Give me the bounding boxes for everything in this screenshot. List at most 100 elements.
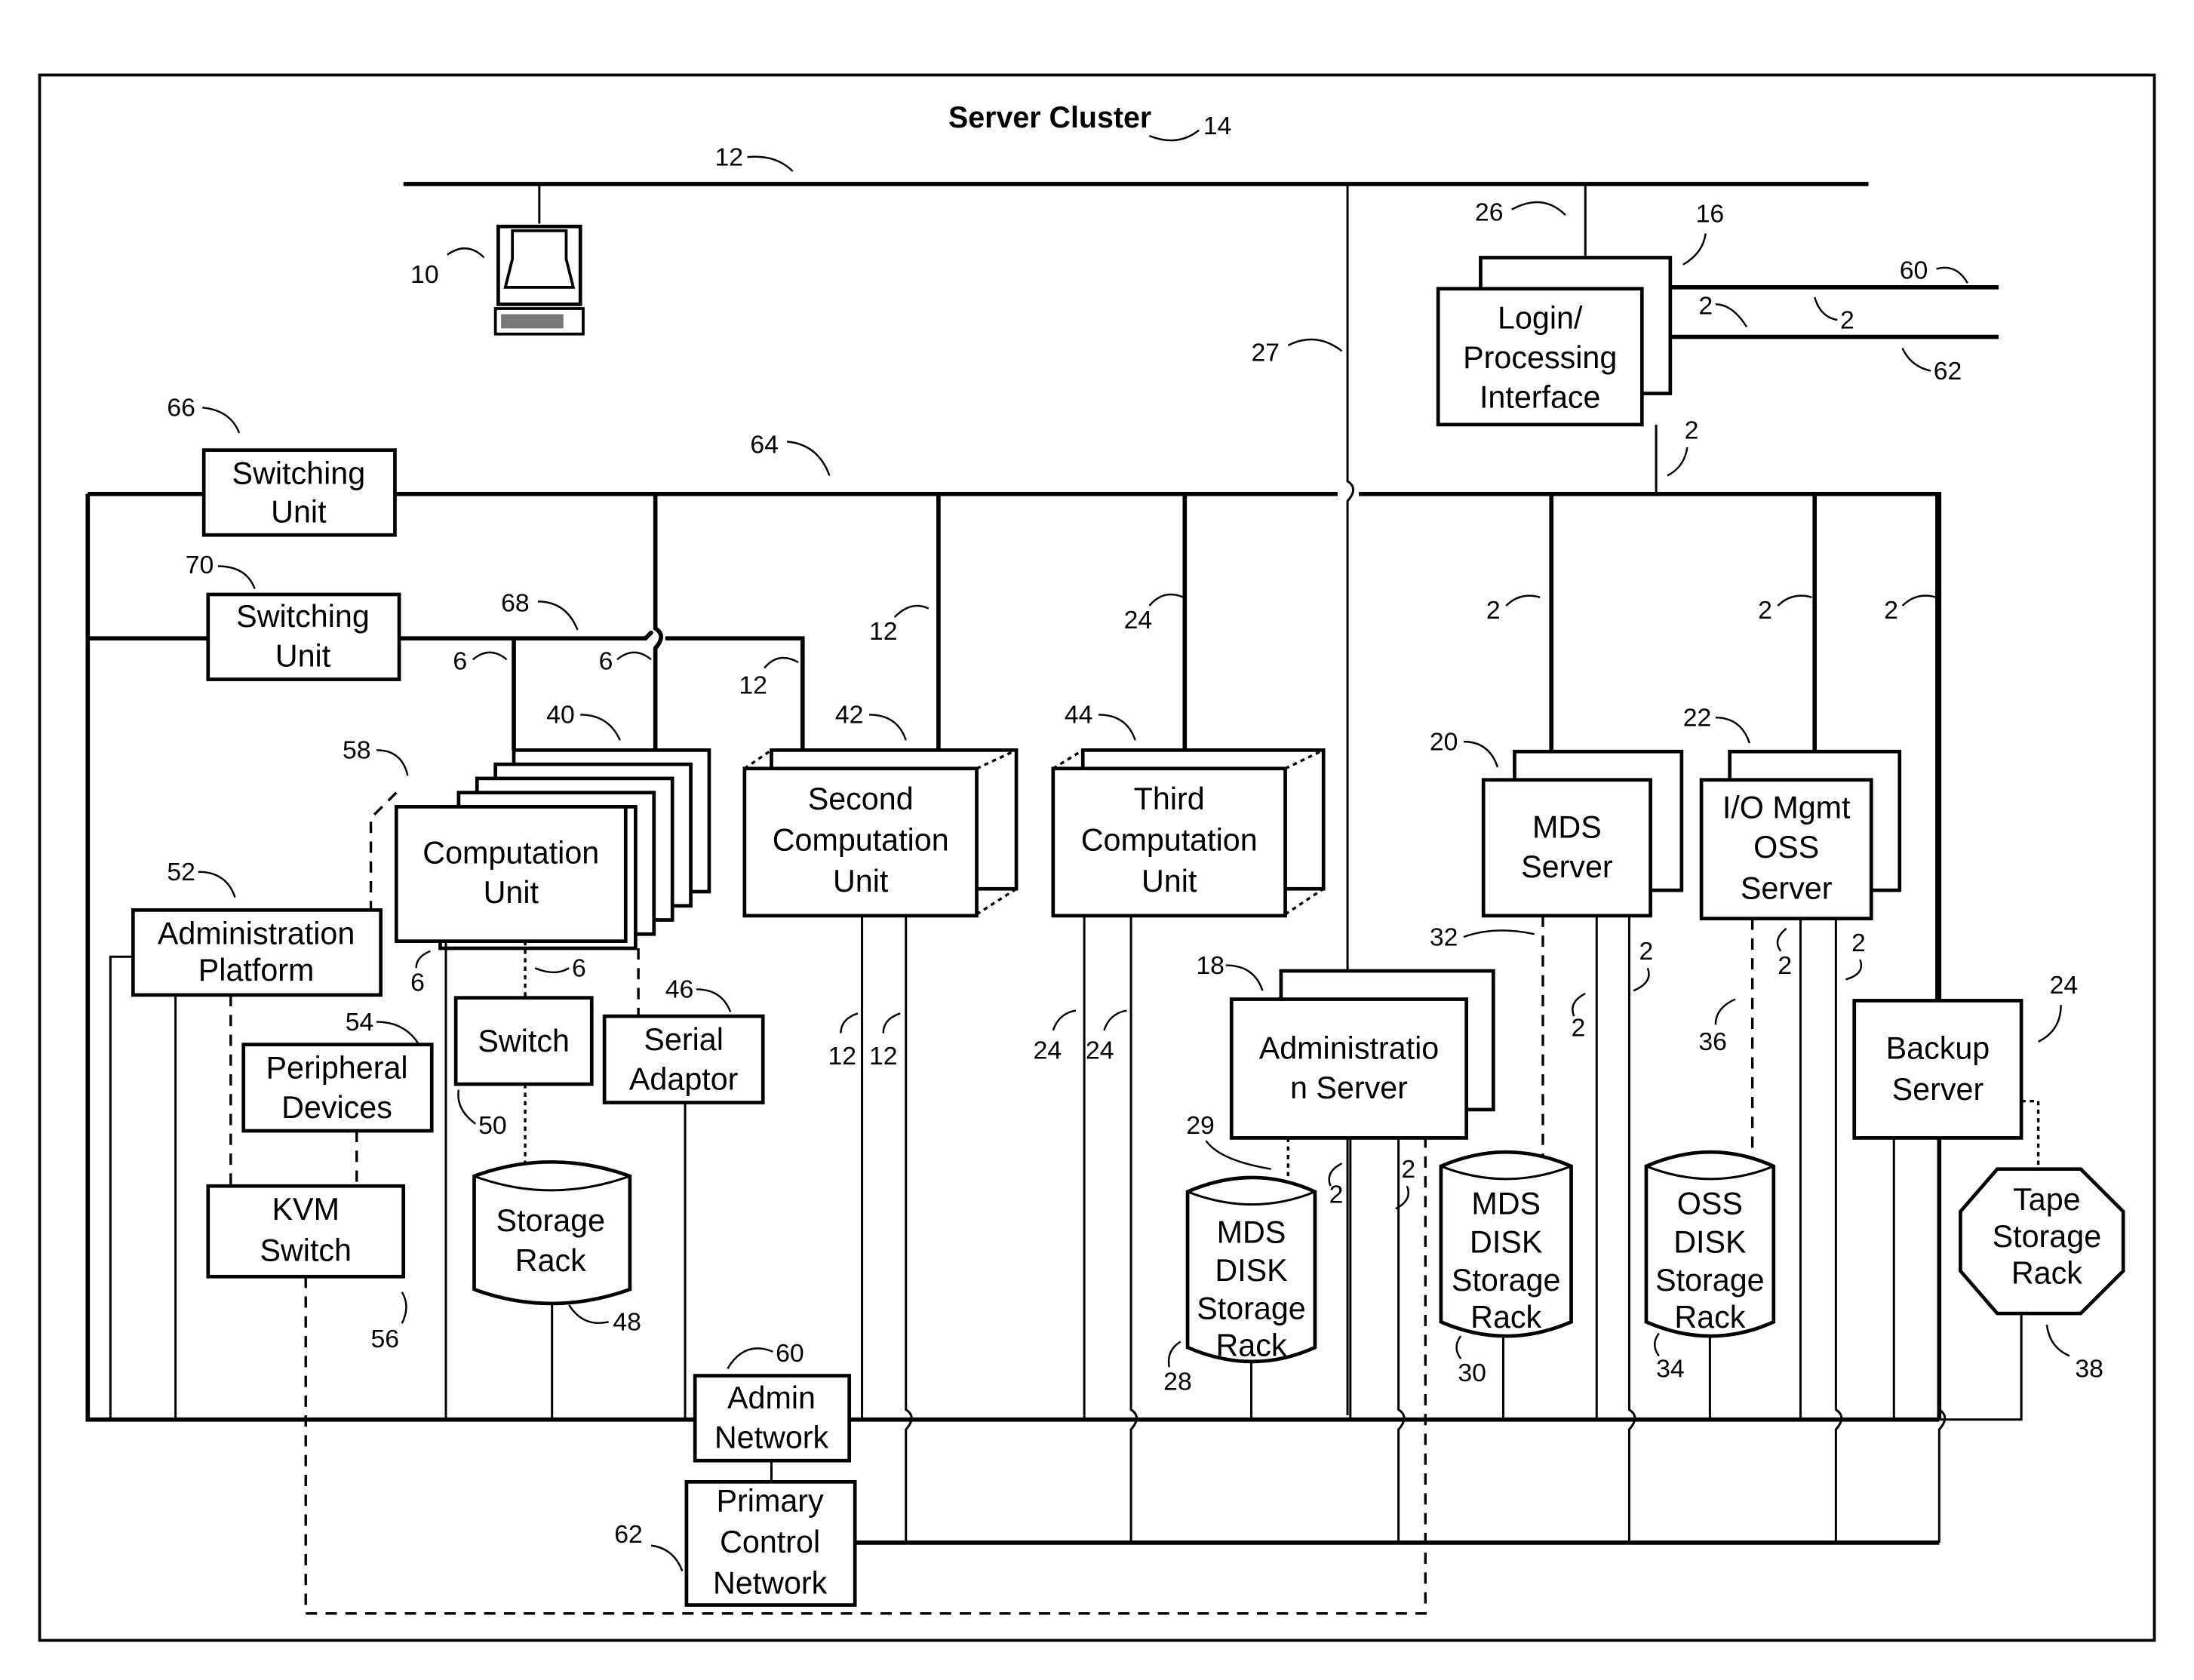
switching-unit-66[interactable]: Switching Unit xyxy=(201,448,397,537)
mds-disk-storage-rack-28[interactable]: MDS DISK Storage Rack xyxy=(1185,1175,1317,1364)
leader xyxy=(1715,303,1748,328)
ref-2-a: 2 xyxy=(1698,292,1713,321)
ref-54: 54 xyxy=(346,1008,374,1037)
admin-network-60[interactable]: Admin Network xyxy=(693,1374,852,1463)
mds-server-primary-link xyxy=(1627,915,1636,1543)
administration-platform-52[interactable]: Administration Platform xyxy=(131,908,383,997)
admin-server-primary-link xyxy=(1397,1138,1406,1543)
leader xyxy=(868,714,907,741)
server-cluster-diagram: Server Cluster 14 12 10 27 26 Login/ Pro… xyxy=(38,73,2156,1642)
svg-text:Administratio: Administratio xyxy=(1259,1030,1440,1065)
leader xyxy=(696,988,732,1012)
ref-70: 70 xyxy=(186,551,214,579)
svg-text:Third: Third xyxy=(1134,782,1205,816)
ref-2-login: 2 xyxy=(1685,416,1699,445)
ref-2-t: 2 xyxy=(1401,1155,1415,1184)
svg-text:Peripheral: Peripheral xyxy=(266,1051,407,1086)
leader xyxy=(401,1291,407,1324)
svg-text:Unit: Unit xyxy=(1142,864,1197,898)
computation-unit-40[interactable]: Computation Unit xyxy=(394,805,628,943)
ref-10: 10 xyxy=(410,260,439,289)
leader xyxy=(1103,1009,1127,1031)
tape-storage-rack-38[interactable]: Tape Storage Rack xyxy=(1959,1167,2125,1316)
leader xyxy=(1511,201,1566,217)
comp2-primary-link xyxy=(905,915,913,1543)
ref-14: 14 xyxy=(1203,112,1232,140)
svg-text:Computation: Computation xyxy=(773,823,949,858)
leader xyxy=(1455,1335,1462,1359)
ref-29: 29 xyxy=(1186,1111,1215,1140)
svg-text:Unit: Unit xyxy=(833,864,889,898)
leader xyxy=(840,1012,859,1033)
switch-50[interactable]: Switch xyxy=(453,996,594,1086)
primary-control-network-62[interactable]: Primary Control Network xyxy=(684,1479,857,1607)
second-computation-unit-42[interactable]: Second Computation Unit xyxy=(742,766,979,918)
svg-text:Primary: Primary xyxy=(717,1484,824,1519)
backup-server-24[interactable]: Backup Server xyxy=(1852,999,2023,1140)
svg-text:KVM: KVM xyxy=(272,1192,340,1227)
ref-20: 20 xyxy=(1430,727,1458,756)
leader xyxy=(764,656,799,669)
backup-primary-link xyxy=(1937,1138,1947,1543)
leader xyxy=(217,565,256,589)
ref-56: 56 xyxy=(371,1325,400,1353)
leader xyxy=(1225,964,1264,991)
svg-text:MDS: MDS xyxy=(1532,810,1602,845)
administration-server-18[interactable]: Administratio n Server xyxy=(1229,997,1469,1140)
ref-40: 40 xyxy=(546,701,575,729)
leader xyxy=(198,871,236,898)
ref-12-top: 12 xyxy=(714,143,743,172)
leader xyxy=(1682,233,1707,266)
svg-text:OSS: OSS xyxy=(1677,1187,1743,1221)
leader xyxy=(747,155,794,172)
svg-text:Network: Network xyxy=(714,1420,829,1454)
ref-18: 18 xyxy=(1196,951,1225,980)
oss-disk-storage-rack-34[interactable]: OSS DISK Storage Rack xyxy=(1644,1150,1776,1338)
leader xyxy=(1148,593,1184,607)
leader xyxy=(376,749,409,776)
leader xyxy=(1633,967,1650,992)
ref-2-r: 2 xyxy=(1851,929,1866,957)
svg-text:n Server: n Server xyxy=(1290,1070,1408,1105)
kvm-switch-56[interactable]: KVM Switch xyxy=(206,1184,406,1279)
third-computation-unit-44[interactable]: Third Computation Unit xyxy=(1051,766,1287,918)
leader xyxy=(1845,959,1863,981)
peripheral-devices-54[interactable]: Peripheral Devices xyxy=(241,1043,434,1133)
switching-unit-70[interactable]: Switching Unit xyxy=(206,592,401,681)
ref-46: 46 xyxy=(665,975,694,1004)
svg-text:I/O Mgmt: I/O Mgmt xyxy=(1722,790,1851,825)
storage-rack-48[interactable]: Storage Rack xyxy=(472,1160,632,1306)
mds-disk-storage-rack-30[interactable]: MDS DISK Storage Rack xyxy=(1439,1150,1573,1338)
svg-text:Unit: Unit xyxy=(271,494,327,529)
svg-text:Platform: Platform xyxy=(198,953,315,987)
leader xyxy=(1936,266,1968,284)
svg-text:Rack: Rack xyxy=(1215,1328,1286,1362)
svg-text:Storage: Storage xyxy=(1197,1291,1306,1326)
ref-24-e: 24 xyxy=(1124,606,1153,634)
backup-to-tape xyxy=(2021,1099,2040,1169)
svg-text:Adaptor: Adaptor xyxy=(629,1062,739,1097)
serial-adaptor-46[interactable]: Serial Adaptor xyxy=(602,1014,765,1104)
leader xyxy=(534,967,570,974)
ref-42: 42 xyxy=(835,701,864,729)
leader xyxy=(1287,338,1343,352)
svg-text:DISK: DISK xyxy=(1673,1224,1747,1259)
ref-12-k: 12 xyxy=(828,1042,857,1070)
leader-14 xyxy=(1148,129,1200,142)
login-processing-interface[interactable]: Login/ Processing Interface xyxy=(1436,287,1644,427)
ref-6-j: 6 xyxy=(572,954,586,983)
svg-text:OSS: OSS xyxy=(1753,830,1819,865)
ref-2-o: 2 xyxy=(1572,1013,1586,1042)
ref-62-ext: 62 xyxy=(1934,357,1962,385)
ref-44: 44 xyxy=(1065,701,1093,729)
svg-text:Login/: Login/ xyxy=(1498,300,1583,335)
svg-text:Administration: Administration xyxy=(158,916,355,951)
io-mgmt-oss-server-22[interactable]: I/O Mgmt OSS Server xyxy=(1699,778,1873,920)
ref-34: 34 xyxy=(1656,1354,1685,1383)
svg-text:Admin: Admin xyxy=(727,1381,816,1415)
ref-2-q: 2 xyxy=(1778,951,1792,980)
figure-title: Server Cluster xyxy=(948,101,1151,134)
leader xyxy=(1901,348,1931,372)
mds-server-20[interactable]: MDS Server xyxy=(1481,778,1652,918)
ref-22: 22 xyxy=(1683,703,1712,732)
